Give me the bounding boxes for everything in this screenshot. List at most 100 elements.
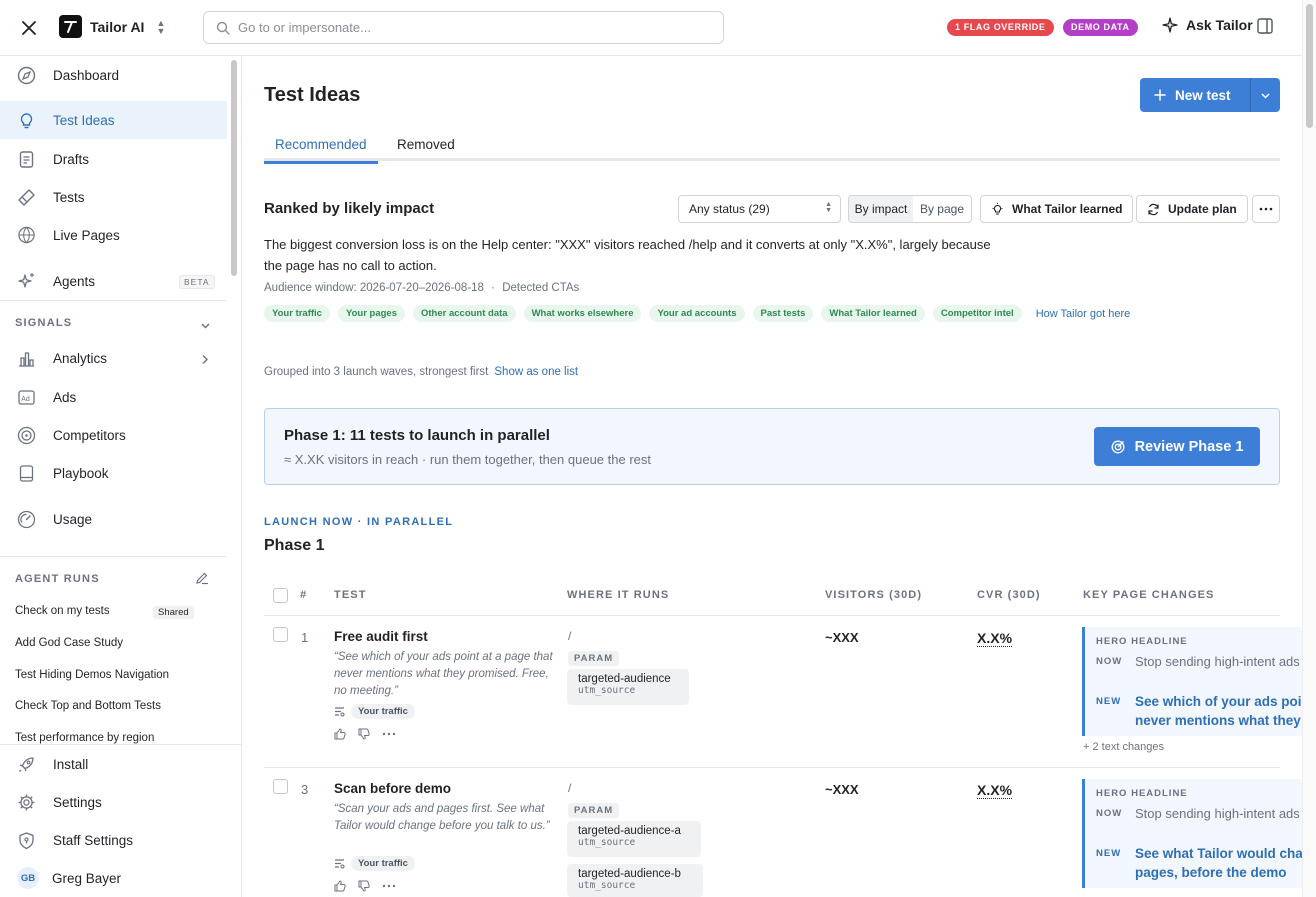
search-box[interactable]: [203, 11, 724, 44]
audience-chip[interactable]: targeted-audience utm_source: [567, 669, 689, 705]
rocket-icon: [17, 755, 36, 774]
new-run-edit-icon[interactable]: [195, 571, 209, 590]
new-test-button[interactable]: New test: [1140, 78, 1250, 112]
new-test-dropdown-chevron-icon[interactable]: [1251, 78, 1280, 112]
sidebar-item-playbook[interactable]: Playbook: [0, 454, 227, 492]
more-changes-link[interactable]: + 2 text changes: [1083, 741, 1164, 753]
sidebar-item-competitors[interactable]: Competitors: [0, 416, 227, 454]
workspace-switcher[interactable]: Tailor AI ▲ ▼: [59, 15, 165, 38]
row-checkbox[interactable]: [273, 627, 288, 642]
sidebar-item-drafts[interactable]: Drafts: [0, 140, 227, 178]
agent-run-item[interactable]: Check on my tests: [15, 605, 110, 617]
update-plan-button[interactable]: Update plan: [1136, 195, 1248, 223]
review-phase-button[interactable]: Review Phase 1: [1094, 427, 1260, 466]
page-scrollbar[interactable]: [1302, 0, 1316, 897]
test-name[interactable]: Free audit first: [334, 629, 428, 644]
key-page-change[interactable]: HERO HEADLINE NOW Stop sending high-inte…: [1082, 779, 1302, 888]
demo-data-badge[interactable]: DEMO DATA: [1063, 19, 1138, 36]
gear-icon: [17, 793, 36, 812]
column-header-test[interactable]: TEST: [334, 589, 367, 601]
more-options-icon[interactable]: [382, 732, 396, 736]
test-description: “See which of your ads point at a page t…: [334, 651, 553, 697]
page-path: /: [568, 629, 572, 643]
select-all-checkbox[interactable]: [273, 588, 288, 603]
sidebar-item-usage[interactable]: Usage: [0, 500, 227, 538]
column-header-where[interactable]: WHERE IT RUNS: [567, 589, 669, 601]
column-header-cvr[interactable]: CVR (30D): [977, 589, 1041, 601]
row-checkbox[interactable]: [273, 779, 288, 794]
key-page-change[interactable]: HERO HEADLINE NOW Stop sending high-inte…: [1082, 627, 1302, 736]
launch-label: LAUNCH NOW · IN PARALLEL: [264, 516, 454, 528]
sidebar-item-staff-settings[interactable]: Staff Settings: [0, 821, 227, 859]
flag-override-badge[interactable]: 1 FLAG OVERRIDE: [947, 19, 1054, 36]
source-chip[interactable]: Competitor intel: [932, 305, 1022, 322]
thumbs-up-icon[interactable]: [334, 880, 346, 892]
sidebar-item-ads[interactable]: Ad Ads: [0, 378, 227, 416]
user-profile[interactable]: GB Greg Bayer: [0, 859, 227, 897]
cvr-value[interactable]: X.X%: [977, 782, 1013, 799]
more-options-icon[interactable]: [1252, 195, 1280, 223]
sidebar-footer: Install Settings Staff Settings GB Greg …: [0, 744, 241, 897]
search-input[interactable]: [238, 20, 698, 35]
agent-run-item[interactable]: Test performance by region: [15, 732, 154, 744]
thumbs-down-icon[interactable]: [358, 880, 370, 892]
ask-tailor-button[interactable]: Ask Tailor: [1162, 17, 1253, 33]
source-chip[interactable]: Your traffic: [264, 305, 330, 322]
sidebar-item-test-ideas[interactable]: Test Ideas: [0, 101, 227, 139]
sidebar-item-agents[interactable]: Agents BETA: [0, 262, 227, 300]
sidebar-item-label: Ads: [53, 389, 77, 405]
audience-chip[interactable]: targeted-audience-a utm_source: [567, 821, 701, 857]
sidebar-item-install[interactable]: Install: [0, 745, 227, 783]
show-as-one-list-link[interactable]: Show as one list: [494, 366, 578, 378]
column-header-visitors[interactable]: VISITORS (30D): [825, 589, 922, 601]
sidebar-item-analytics[interactable]: Analytics: [0, 339, 227, 377]
more-options-icon[interactable]: [382, 884, 396, 888]
sidebar-item-label: Settings: [53, 794, 102, 810]
now-label: NOW: [1096, 656, 1123, 667]
plus-icon: [1154, 89, 1166, 101]
audience-name: targeted-audience-a: [578, 825, 681, 837]
new-text: See what Tailor would change on your ads…: [1135, 846, 1302, 880]
sidebar-item-label: Install: [53, 756, 89, 772]
sidebar-item-live-pages[interactable]: Live Pages: [0, 216, 227, 254]
thumbs-up-icon[interactable]: [334, 728, 346, 740]
source-chip[interactable]: What works elsewhere: [523, 305, 642, 322]
sidebar-item-dashboard[interactable]: Dashboard: [0, 56, 227, 94]
close-icon[interactable]: [17, 16, 41, 40]
source-chip[interactable]: What Tailor learned: [821, 305, 925, 322]
agent-run-item[interactable]: Check Top and Bottom Tests: [15, 700, 161, 712]
source-chip[interactable]: Your ad accounts: [649, 305, 745, 322]
lightbulb-icon: [17, 111, 36, 130]
visitors-value: ~XXX: [825, 782, 859, 797]
tab-removed[interactable]: Removed: [386, 137, 466, 161]
what-tailor-learned-button[interactable]: What Tailor learned: [980, 195, 1134, 223]
app-name: Tailor AI: [90, 18, 145, 35]
audience-chip[interactable]: targeted-audience-b utm_source: [567, 864, 703, 897]
agent-run-item[interactable]: Add God Case Study: [15, 637, 123, 649]
side-panel-icon[interactable]: [1256, 17, 1276, 37]
source-chip[interactable]: Your pages: [337, 305, 405, 322]
new-test-label: New test: [1175, 87, 1231, 103]
source-tag: Your traffic: [351, 704, 415, 719]
avatar: GB: [17, 867, 39, 889]
sidebar-divider: [0, 300, 227, 301]
chevron-down-icon[interactable]: [200, 318, 211, 336]
new-test-split-button[interactable]: New test: [1140, 78, 1280, 112]
sidebar-item-tests[interactable]: Tests: [0, 178, 227, 216]
cvr-value[interactable]: X.X%: [977, 630, 1013, 647]
agent-run-item[interactable]: Test Hiding Demos Navigation: [15, 669, 169, 681]
sort-by-impact[interactable]: By impact: [849, 196, 913, 222]
sparkle-icon: [17, 272, 36, 291]
source-chip[interactable]: Past tests: [752, 305, 814, 322]
sidebar-item-settings[interactable]: Settings: [0, 783, 227, 821]
sidebar-scrollbar[interactable]: [229, 58, 238, 744]
source-chip[interactable]: Other account data: [413, 305, 516, 322]
sort-by-page[interactable]: By page: [913, 196, 971, 222]
status-filter-select[interactable]: Any status (29) ▲ ▼: [678, 195, 841, 223]
tab-recommended[interactable]: Recommended: [264, 137, 378, 164]
sidebar-item-label: Analytics: [53, 350, 108, 366]
test-name[interactable]: Scan before demo: [334, 781, 451, 796]
detected-ctas[interactable]: Detected CTAs: [502, 282, 579, 294]
thumbs-down-icon[interactable]: [358, 728, 370, 740]
how-tailor-got-here-link[interactable]: How Tailor got here: [1036, 308, 1131, 320]
